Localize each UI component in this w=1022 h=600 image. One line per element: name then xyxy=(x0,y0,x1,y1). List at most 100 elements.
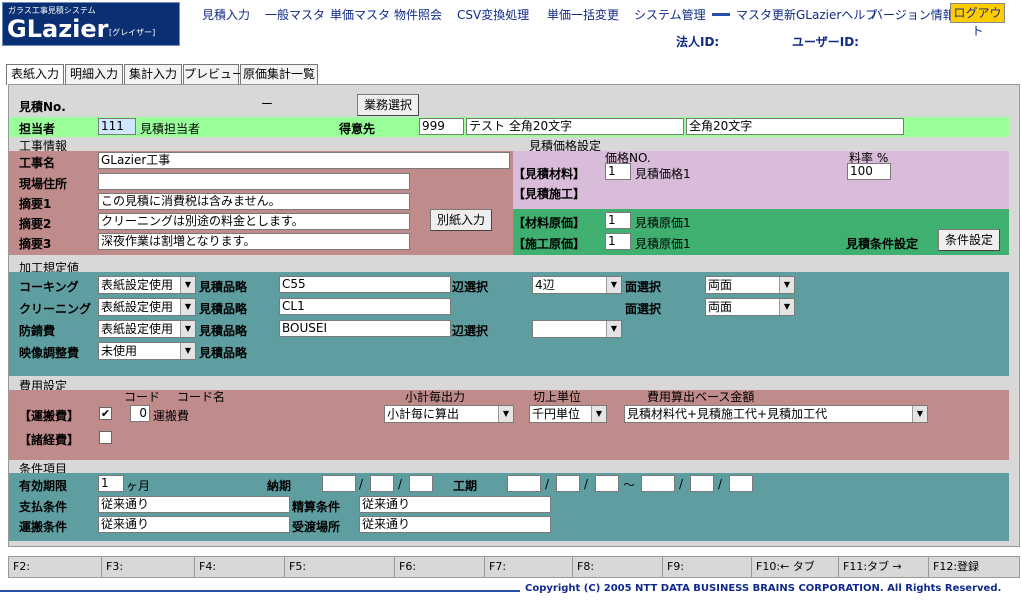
tab-preview[interactable]: プレビュー xyxy=(183,64,244,84)
nav-estimate-input[interactable]: 見積入力 xyxy=(202,6,250,23)
nav-master-update[interactable]: マスタ更新 xyxy=(736,6,796,23)
condition-settings-button[interactable]: 条件設定 xyxy=(938,229,1000,251)
period-end-day-input[interactable] xyxy=(729,475,753,492)
nav-property-inquiry[interactable]: 物件照会 xyxy=(394,6,442,23)
delivery-day-input[interactable] xyxy=(409,475,433,492)
cost-band: コード コード名 小計毎出力 切上単位 費用算出ベース金額 【運搬費】 ✔ 0 … xyxy=(9,390,1009,460)
nav-system-admin[interactable]: システム管理 xyxy=(634,6,706,23)
cost-code-label: コード xyxy=(124,390,161,404)
delivery-month-input[interactable] xyxy=(370,475,394,492)
side-select[interactable]: ▼ xyxy=(532,320,622,338)
nav-csv-convert[interactable]: CSV変換処理 xyxy=(457,6,529,23)
chevron-down-icon: ▼ xyxy=(591,406,606,422)
nav-general-master[interactable]: 一般マスタ xyxy=(265,6,325,23)
face-select[interactable]: 両面 ▼ xyxy=(705,298,795,316)
nav-price-master[interactable]: 単価マスタ xyxy=(330,6,390,23)
fkey-f11[interactable]: F11:タブ → xyxy=(839,557,929,577)
processing-mode-select[interactable]: 未使用 ▼ xyxy=(98,342,196,360)
nav-bulk-price-change[interactable]: 単価一括変更 xyxy=(547,6,619,23)
item-abbrev-input[interactable]: BOUSEI xyxy=(279,320,451,337)
material-rate-input[interactable]: 100 xyxy=(847,163,891,180)
job-select-button[interactable]: 業務選択 xyxy=(357,94,419,116)
round-unit-label: 切上単位 xyxy=(533,390,582,404)
fkey-f9[interactable]: F9: xyxy=(663,557,752,577)
misc-cost-label: 【諸経費】 xyxy=(19,433,80,447)
subtotal-output-select[interactable]: 小計毎に算出 ▼ xyxy=(384,405,514,423)
client-label: 得意先 xyxy=(339,122,376,136)
transport-code-input[interactable]: 0 xyxy=(130,405,150,422)
period-start-month-input[interactable] xyxy=(556,475,580,492)
chevron-down-icon: ▼ xyxy=(180,277,195,293)
period-end-year-input[interactable] xyxy=(641,475,675,492)
tab-cost-list[interactable]: 原価集計一覧 xyxy=(240,64,318,84)
delivery-label: 納期 xyxy=(267,479,292,493)
cost-material-name: 見積原価1 xyxy=(635,216,691,230)
cost-base-select[interactable]: 見積材料代+見積施工代+見積加工代 ▼ xyxy=(624,405,928,423)
processing-mode-select[interactable]: 表紙設定使用 ▼ xyxy=(98,276,196,294)
logout-button[interactable]: ログアウト xyxy=(950,3,1005,38)
site-address-label: 現場住所 xyxy=(19,177,68,191)
fkey-f5[interactable]: F5: xyxy=(285,557,395,577)
item-abbrev-label: 見積品略 xyxy=(199,324,248,338)
glazier-screen: ガラス工事見積システム GLazier [グレイザー] 見積入力 一般マスタ 単… xyxy=(0,0,1022,600)
transport-condition-label: 運搬条件 xyxy=(19,520,68,534)
chevron-down-icon: ▼ xyxy=(912,406,927,422)
fkey-f6[interactable]: F6: xyxy=(395,557,485,577)
settlement-input[interactable]: 従来通り xyxy=(359,496,551,513)
client-code-input[interactable]: 999 xyxy=(419,118,464,135)
tab-cover-input[interactable]: 表紙入力 xyxy=(6,64,64,85)
transport-condition-input[interactable]: 従来通り xyxy=(98,516,290,533)
misc-cost-checkbox[interactable] xyxy=(99,431,112,444)
fkey-f3[interactable]: F3: xyxy=(102,557,195,577)
processing-mode-select[interactable]: 表紙設定使用 ▼ xyxy=(98,320,196,338)
note3-input[interactable]: 深夜作業は割増となります。 xyxy=(98,233,410,250)
side-select-label: 辺選択 xyxy=(452,280,489,294)
note1-input[interactable]: この見積に消費税は含みません。 xyxy=(98,193,410,210)
fkey-f2[interactable]: F2: xyxy=(9,557,102,577)
nav-help[interactable]: GLazierヘルプ xyxy=(796,6,877,23)
side-select[interactable]: 4辺 ▼ xyxy=(532,276,622,294)
client-name1-input[interactable]: テスト 全角20文字 xyxy=(466,118,684,135)
site-address-input[interactable] xyxy=(98,173,410,190)
round-unit-select[interactable]: 千円単位 ▼ xyxy=(529,405,607,423)
cost-material-no-input[interactable]: 1 xyxy=(605,212,631,229)
person-code-input[interactable]: 111 xyxy=(98,118,136,135)
delivery-year-input[interactable] xyxy=(322,475,356,492)
separate-sheet-button[interactable]: 別紙入力 xyxy=(430,209,492,231)
validity-input[interactable]: 1 xyxy=(98,475,124,492)
fkey-f4[interactable]: F4: xyxy=(195,557,285,577)
item-abbrev-input[interactable]: CL1 xyxy=(279,298,451,315)
payment-input[interactable]: 従来通り xyxy=(98,496,290,513)
period-tilde: 〜 xyxy=(623,478,636,492)
nav-version-info[interactable]: バージョン情報 xyxy=(871,6,955,23)
material-price-no-input[interactable]: 1 xyxy=(605,163,631,180)
period-start-day-input[interactable] xyxy=(595,475,619,492)
fkey-f8[interactable]: F8: xyxy=(573,557,663,577)
item-abbrev-label: 見積品略 xyxy=(199,302,248,316)
period-end-month-input[interactable] xyxy=(690,475,714,492)
fkey-f7[interactable]: F7: xyxy=(485,557,573,577)
transport-cost-checkbox[interactable]: ✔ xyxy=(99,407,112,420)
cost-work-no-input[interactable]: 1 xyxy=(605,233,631,250)
construction-name-input[interactable]: GLazier工事 xyxy=(98,152,510,169)
client-name2-input[interactable]: 全角20文字 xyxy=(686,118,904,135)
processing-mode-select[interactable]: 表紙設定使用 ▼ xyxy=(98,298,196,316)
validity-unit: ヶ月 xyxy=(126,479,151,493)
face-select[interactable]: 両面 ▼ xyxy=(705,276,795,294)
note2-input[interactable]: クリーニングは別途の料金とします。 xyxy=(98,213,410,230)
fkey-f12[interactable]: F12:登録 xyxy=(929,557,1019,577)
date-slash: / xyxy=(679,477,684,491)
tab-detail-input[interactable]: 明細入力 xyxy=(65,64,123,84)
transport-code-name: 運搬費 xyxy=(153,409,190,423)
cost-price-band: 【材料原価】 1 見積原価1 【施工原価】 1 見積原価1 見積条件設定 条件設… xyxy=(513,209,1009,255)
item-abbrev-label: 見積品略 xyxy=(199,346,248,360)
date-slash: / xyxy=(545,477,550,491)
fkey-f10[interactable]: F10:← タブ xyxy=(752,557,839,577)
side-select-label: 辺選択 xyxy=(452,324,489,338)
tab-summary-input[interactable]: 集計入力 xyxy=(124,64,182,84)
item-abbrev-input[interactable]: C55 xyxy=(279,276,451,293)
period-start-year-input[interactable] xyxy=(507,475,541,492)
condition-settings-label: 見積条件設定 xyxy=(846,237,919,251)
item-abbrev-label: 見積品略 xyxy=(199,280,248,294)
handover-input[interactable]: 従来通り xyxy=(359,516,551,533)
